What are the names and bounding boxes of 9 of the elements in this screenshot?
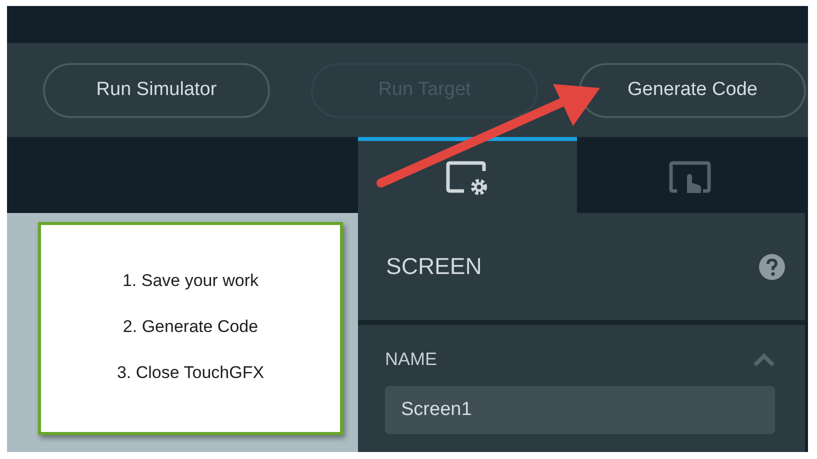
name-field[interactable]: Screen1	[385, 386, 775, 434]
note-text: 2. Generate Code	[122, 316, 258, 338]
note-text: 1. Save your work	[122, 270, 259, 292]
section-title: NAME	[385, 349, 438, 370]
panel-title: SCREEN	[386, 253, 482, 280]
note-text: 3. Close TouchGFX	[116, 362, 264, 384]
help-icon[interactable]	[759, 254, 785, 280]
toolbar-button[interactable]: Run Simulator	[43, 62, 270, 118]
panel-tab[interactable]	[358, 137, 577, 213]
